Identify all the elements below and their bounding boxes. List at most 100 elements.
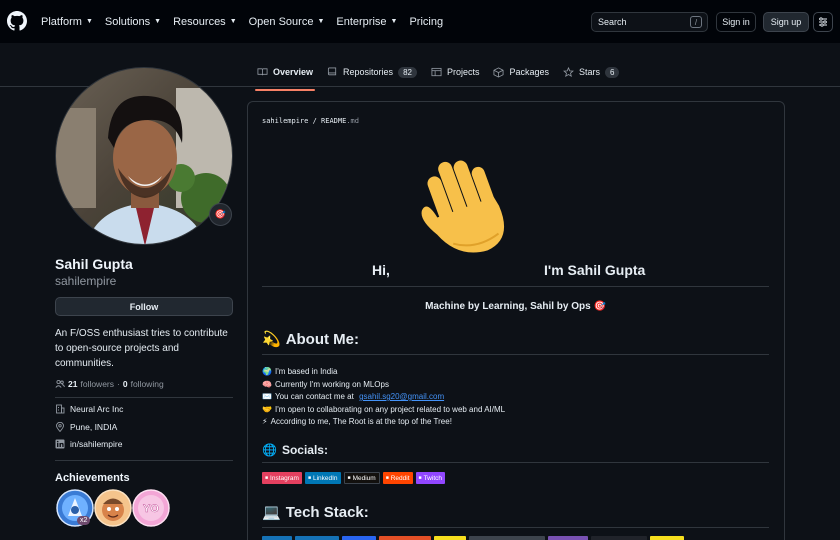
sign-in-button[interactable]: Sign in <box>716 12 756 32</box>
social-badge-medium[interactable]: ■ Medium <box>343 472 380 484</box>
readme-tagline: Machine by Learning, Sahil by Ops 🎯 <box>425 301 606 312</box>
main-nav: Platform ▼ Solutions ▼ Resources ▼ Open Source… <box>41 0 455 43</box>
follow-button[interactable]: Follow <box>55 297 233 316</box>
tech-badge[interactable] <box>342 536 376 540</box>
globe-icon: 🌐 <box>262 443 277 457</box>
about-text: Currently I'm working on MLOps <box>274 379 389 389</box>
location-row: Pune, INDIA <box>55 422 117 432</box>
readme-path: sahilempire / README.md <box>262 117 359 125</box>
tech-heading: 💻 Tech Stack: <box>262 503 369 522</box>
book-icon <box>257 67 268 75</box>
chevron-down-icon: ▼ <box>390 18 398 25</box>
socials-title: Socials: <box>281 443 328 457</box>
nav-item-platform[interactable]: Platform ▼ <box>41 16 93 28</box>
waving-hand-icon <box>421 160 505 253</box>
nav-item-pricing[interactable]: Pricing <box>409 16 443 28</box>
tech-badge[interactable] <box>591 536 647 540</box>
location-text: Pune, INDIA <box>70 422 118 432</box>
package-icon <box>493 66 504 78</box>
achievement-badge-pull-shark[interactable] <box>94 489 132 527</box>
tab-packages[interactable]: Packages <box>493 62 549 82</box>
nav-item-enterprise[interactable]: Enterprise ▼ <box>336 16 397 28</box>
location-pin-icon <box>56 422 64 432</box>
tech-badge[interactable] <box>434 536 466 540</box>
nav-item-label: Solutions <box>104 15 151 28</box>
tech-badge[interactable] <box>650 536 684 540</box>
people-icon <box>55 379 65 388</box>
about-emoji-icon: 🧠 <box>262 379 272 389</box>
following-label[interactable]: following <box>131 379 164 389</box>
social-badge-label: LinkedIn <box>312 474 338 482</box>
social-badge-twitch[interactable]: ■ Twitch <box>415 472 445 484</box>
nav-item-label: Open Source <box>248 15 314 28</box>
search-input[interactable]: Search / <box>591 12 708 32</box>
profile-fullname: Sahil Gupta <box>55 256 133 272</box>
followers-row: 21 followers · 0 following <box>55 379 164 389</box>
table-icon <box>431 67 442 76</box>
avatar-photo <box>56 68 232 244</box>
sliders-icon <box>819 17 827 27</box>
social-badge-label: Medium <box>352 474 376 482</box>
socials-heading: 🌐 Socials: <box>262 443 328 457</box>
readme-path-extension: .md <box>346 117 359 125</box>
linkedin-link[interactable]: in/sahilempire <box>70 439 122 449</box>
readme-intro: I'm Sahil Gupta <box>544 262 646 278</box>
github-logo-icon[interactable] <box>7 11 27 31</box>
achievement-multiplier: x2 <box>77 516 91 525</box>
about-list-item: 🤝 I'm open to collaborating on any projec… <box>262 404 505 417</box>
readme-path-file: README <box>321 117 347 125</box>
company-row: Neural Arc Inc <box>55 404 123 414</box>
reddit-icon: ■ <box>385 475 389 481</box>
about-list-item: 🧠 Currently I'm working on MLOps <box>262 379 505 392</box>
tab-repositories[interactable]: Repositories 82 <box>327 62 417 82</box>
about-list: 🌍 I'm based in India 🧠 Currently I'm workin… <box>262 366 505 429</box>
followers-separator: · <box>117 379 120 389</box>
hamburger-menu-button[interactable] <box>813 12 833 32</box>
tech-badge[interactable] <box>379 536 431 540</box>
readme-path-user[interactable]: sahilempire <box>262 117 308 125</box>
social-badge-label: Reddit <box>390 474 410 482</box>
tech-badge[interactable] <box>295 536 339 540</box>
following-count[interactable]: 0 <box>123 379 128 389</box>
about-list-item: 🌍 I'm based in India <box>262 366 505 379</box>
tech-badge[interactable] <box>262 536 292 540</box>
email-link[interactable]: gsahil.sg20@gmail.com <box>359 391 444 404</box>
linkedin-row[interactable]: in/sahilempire <box>55 439 122 449</box>
search-label: Search <box>598 17 627 27</box>
followers-label[interactable]: followers <box>80 379 114 389</box>
social-badge-instagram[interactable]: ■ Instagram <box>262 472 302 484</box>
nav-item-label: Pricing <box>409 15 444 28</box>
social-badge-label: Instagram <box>270 474 299 482</box>
twitch-icon: ■ <box>418 475 422 481</box>
dizzy-icon: 💫 <box>262 331 281 348</box>
status-emoji-icon[interactable]: 🎯 <box>209 203 232 226</box>
nav-item-resources[interactable]: Resources ▼ <box>173 16 237 28</box>
achievements-title: Achievements <box>55 472 130 484</box>
tech-badge[interactable] <box>469 536 545 540</box>
socials-badges: ■ Instagram ■ LinkedIn ■ Medium ■ Reddit ■ Twitch <box>262 472 445 484</box>
social-badge-linkedin[interactable]: ■ LinkedIn <box>304 472 341 484</box>
tab-projects[interactable]: Projects <box>431 62 479 82</box>
building-icon <box>56 404 65 414</box>
tab-overview[interactable]: Overview <box>254 62 316 91</box>
about-text: I'm open to collaborating on any project… <box>274 404 506 414</box>
nav-item-open-source[interactable]: Open Source ▼ <box>249 16 325 28</box>
achievement-badge-yolo[interactable]: YO <box>132 489 170 527</box>
sign-up-button[interactable]: Sign up <box>763 12 809 32</box>
followers-count[interactable]: 21 <box>68 379 77 389</box>
top-header: Platform ▼ Solutions ▼ Resources ▼ Open Source… <box>0 0 840 43</box>
readme-hr-2 <box>262 354 769 355</box>
svg-text:YO: YO <box>143 503 159 515</box>
tab-count-badge: 82 <box>398 66 417 78</box>
avatar[interactable] <box>55 67 233 245</box>
chevron-down-icon: ▼ <box>317 18 325 25</box>
sidebar-divider-2 <box>55 460 233 461</box>
tab-label: Overview <box>273 67 314 77</box>
linkedin-icon: ■ <box>307 475 311 481</box>
social-badge-reddit[interactable]: ■ Reddit <box>382 472 413 484</box>
tab-label: Packages <box>509 67 550 77</box>
nav-item-solutions[interactable]: Solutions ▼ <box>105 16 161 28</box>
readme-path-separator: / <box>308 117 322 125</box>
tab-stars[interactable]: Stars 6 <box>563 62 620 82</box>
tech-badge[interactable] <box>548 536 588 540</box>
